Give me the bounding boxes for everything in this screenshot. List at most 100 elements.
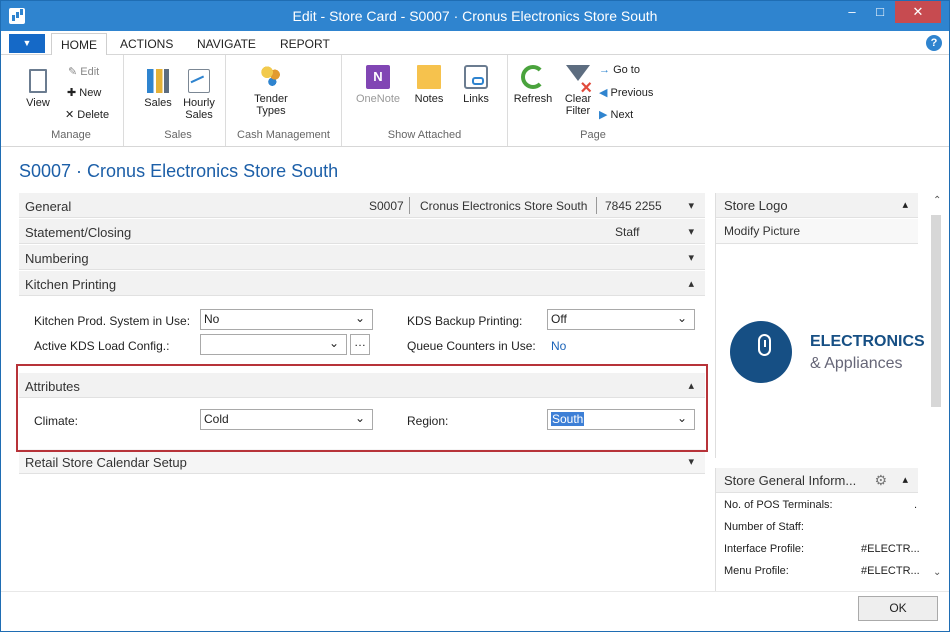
store-general-information-header[interactable]: Store General Inform... ⚙ ▴: [716, 468, 918, 493]
scroll-up-arrow-icon[interactable]: ⌃: [933, 195, 941, 206]
onenote-button[interactable]: N OneNote: [354, 65, 402, 105]
gear-icon[interactable]: ⚙: [874, 472, 887, 489]
fasttab-retail-store-calendar-setup[interactable]: Retail Store Calendar Setup ▾: [19, 449, 705, 474]
pos-terminals-label: No. of POS Terminals:: [724, 499, 833, 511]
statement-summary: Staff: [615, 225, 640, 239]
previous-button[interactable]: ◀ Previous: [599, 86, 653, 99]
next-button-label: Next: [610, 109, 634, 121]
fasttab-label: Kitchen Printing: [25, 277, 117, 292]
summary-separator: [596, 197, 597, 214]
tab-actions[interactable]: ACTIONS: [120, 37, 173, 51]
tender-types-icon: [258, 65, 284, 89]
general-summary-name: Cronus Electronics Store South: [420, 199, 588, 213]
modify-picture-action[interactable]: Modify Picture: [716, 219, 918, 244]
fasttab-numbering[interactable]: Numbering ▾: [19, 245, 705, 270]
ribbon-group-show-attached: N OneNote Notes Links Show Attached: [342, 55, 508, 146]
active-kds-lookup-button[interactable]: …: [350, 334, 370, 355]
tab-report[interactable]: REPORT: [280, 37, 330, 51]
refresh-icon: [521, 65, 545, 89]
sales-button[interactable]: Sales: [143, 69, 173, 109]
delete-button-label: Delete: [77, 109, 110, 121]
chevron-down-icon: ⌄: [354, 311, 365, 325]
footer-divider: [1, 591, 949, 592]
fasttab-label: Numbering: [25, 251, 89, 266]
logo-brand-subtitle: & Appliances: [810, 355, 903, 372]
window-title: Edit - Store Card - S0007 · Cronus Elect…: [292, 8, 658, 24]
view-button[interactable]: View: [23, 69, 53, 109]
ribbon-group-cash-management: Tender Types Cash Management: [226, 55, 342, 146]
links-button-label: Links: [463, 93, 489, 105]
app-menu-button[interactable]: ▼: [9, 34, 45, 53]
refresh-button[interactable]: Refresh: [512, 65, 554, 105]
delete-button[interactable]: ✕ Delete: [65, 108, 109, 121]
new-button[interactable]: ✚ New: [67, 86, 101, 99]
chevron-up-icon[interactable]: ▴: [902, 473, 908, 486]
maximize-button[interactable]: □: [867, 1, 893, 23]
links-icon: [464, 65, 488, 89]
view-button-label: View: [26, 97, 50, 109]
queue-counters-value[interactable]: No: [551, 339, 566, 353]
ribbon-group-label: Page: [580, 129, 606, 141]
pos-terminals-value: .: [914, 499, 918, 511]
store-logo-header[interactable]: Store Logo ▴: [716, 193, 918, 218]
kitchen-prod-label: Kitchen Prod. System in Use:: [34, 314, 191, 328]
chevron-down-icon[interactable]: ▾: [688, 225, 694, 238]
attributes-highlight-frame: [16, 364, 708, 452]
notes-icon: [417, 65, 441, 89]
ribbon-group-label: Sales: [164, 129, 192, 141]
links-button[interactable]: Links: [458, 65, 494, 105]
ribbon-tab-bar: ▼ HOME ACTIONS NAVIGATE REPORT ?: [1, 31, 949, 58]
window-titlebar: Edit - Store Card - S0007 · Cronus Elect…: [1, 1, 949, 31]
go-to-button[interactable]: → Go to: [599, 64, 640, 76]
help-icon[interactable]: ?: [926, 35, 942, 51]
minimize-button[interactable]: –: [839, 1, 865, 23]
chevron-down-icon[interactable]: ▾: [688, 251, 694, 264]
kitchen-prod-value: No: [204, 312, 220, 326]
next-button[interactable]: ▶ Next: [599, 108, 633, 121]
ribbon-group-label: Cash Management: [237, 129, 330, 141]
kds-backup-value: Off: [551, 312, 567, 326]
edit-button[interactable]: ✎ Edit: [68, 65, 99, 78]
chevron-up-icon[interactable]: ▴: [688, 277, 694, 290]
interface-profile-value: #ELECTR...: [861, 543, 920, 555]
hourly-sales-button-label: Hourly Sales: [183, 97, 215, 121]
store-info-title: Store General Inform...: [724, 473, 857, 488]
notes-button[interactable]: Notes: [412, 65, 446, 105]
chevron-down-icon: ⌄: [328, 336, 339, 350]
store-card-window: Edit - Store Card - S0007 · Cronus Elect…: [0, 0, 950, 632]
fasttab-statement-closing[interactable]: Statement/Closing Staff ▾: [19, 219, 705, 244]
ribbon-group-label: Manage: [51, 129, 91, 141]
fasttab-kitchen-printing[interactable]: Kitchen Printing ▴: [19, 271, 705, 296]
ok-button[interactable]: OK: [858, 596, 938, 621]
chevron-down-icon[interactable]: ▾: [688, 455, 694, 468]
close-button[interactable]: ✕: [895, 1, 941, 23]
kitchen-prod-system-select[interactable]: No ⌄: [200, 309, 373, 330]
ribbon-group-manage: View ✎ Edit ✚ New ✕ Delete Manage: [19, 55, 124, 146]
factbox-scrollbar-thumb[interactable]: [931, 215, 941, 407]
active-kds-load-config-select[interactable]: ⌄: [200, 334, 347, 355]
store-general-information-factbox: Store General Inform... ⚙ ▴ No. of POS T…: [715, 468, 920, 591]
tender-types-button-label: Tender Types: [254, 93, 288, 117]
fasttab-label: Statement/Closing: [25, 225, 132, 240]
active-kds-label: Active KDS Load Config.:: [34, 339, 170, 353]
next-arrow-icon: ▶: [599, 109, 608, 121]
chevron-down-icon[interactable]: ▾: [688, 199, 694, 212]
previous-button-label: Previous: [610, 87, 654, 99]
hourly-sales-button[interactable]: Hourly Sales: [178, 69, 220, 121]
general-summary-phone: 7845 2255: [605, 199, 662, 213]
store-logo-title: Store Logo: [724, 198, 788, 213]
notes-button-label: Notes: [414, 93, 444, 105]
tab-navigate[interactable]: NAVIGATE: [197, 37, 256, 51]
tender-types-button[interactable]: Tender Types: [250, 65, 292, 117]
fasttab-general[interactable]: General S0007 Cronus Electronics Store S…: [19, 193, 705, 218]
queue-counters-label: Queue Counters in Use:: [407, 339, 536, 353]
ribbon-group-sales: Sales Hourly Sales Sales: [131, 55, 226, 146]
clear-filter-icon: [566, 65, 592, 94]
chevron-up-icon[interactable]: ▴: [902, 198, 908, 211]
general-summary-no: S0007: [369, 199, 404, 213]
kds-backup-printing-select[interactable]: Off ⌄: [547, 309, 695, 330]
scroll-down-arrow-icon[interactable]: ⌄: [933, 567, 941, 578]
refresh-button-label: Refresh: [513, 93, 553, 105]
clear-filter-button[interactable]: Clear Filter: [560, 65, 596, 117]
store-logo-factbox: Store Logo ▴ Modify Picture ELECTRONICS …: [715, 193, 925, 458]
